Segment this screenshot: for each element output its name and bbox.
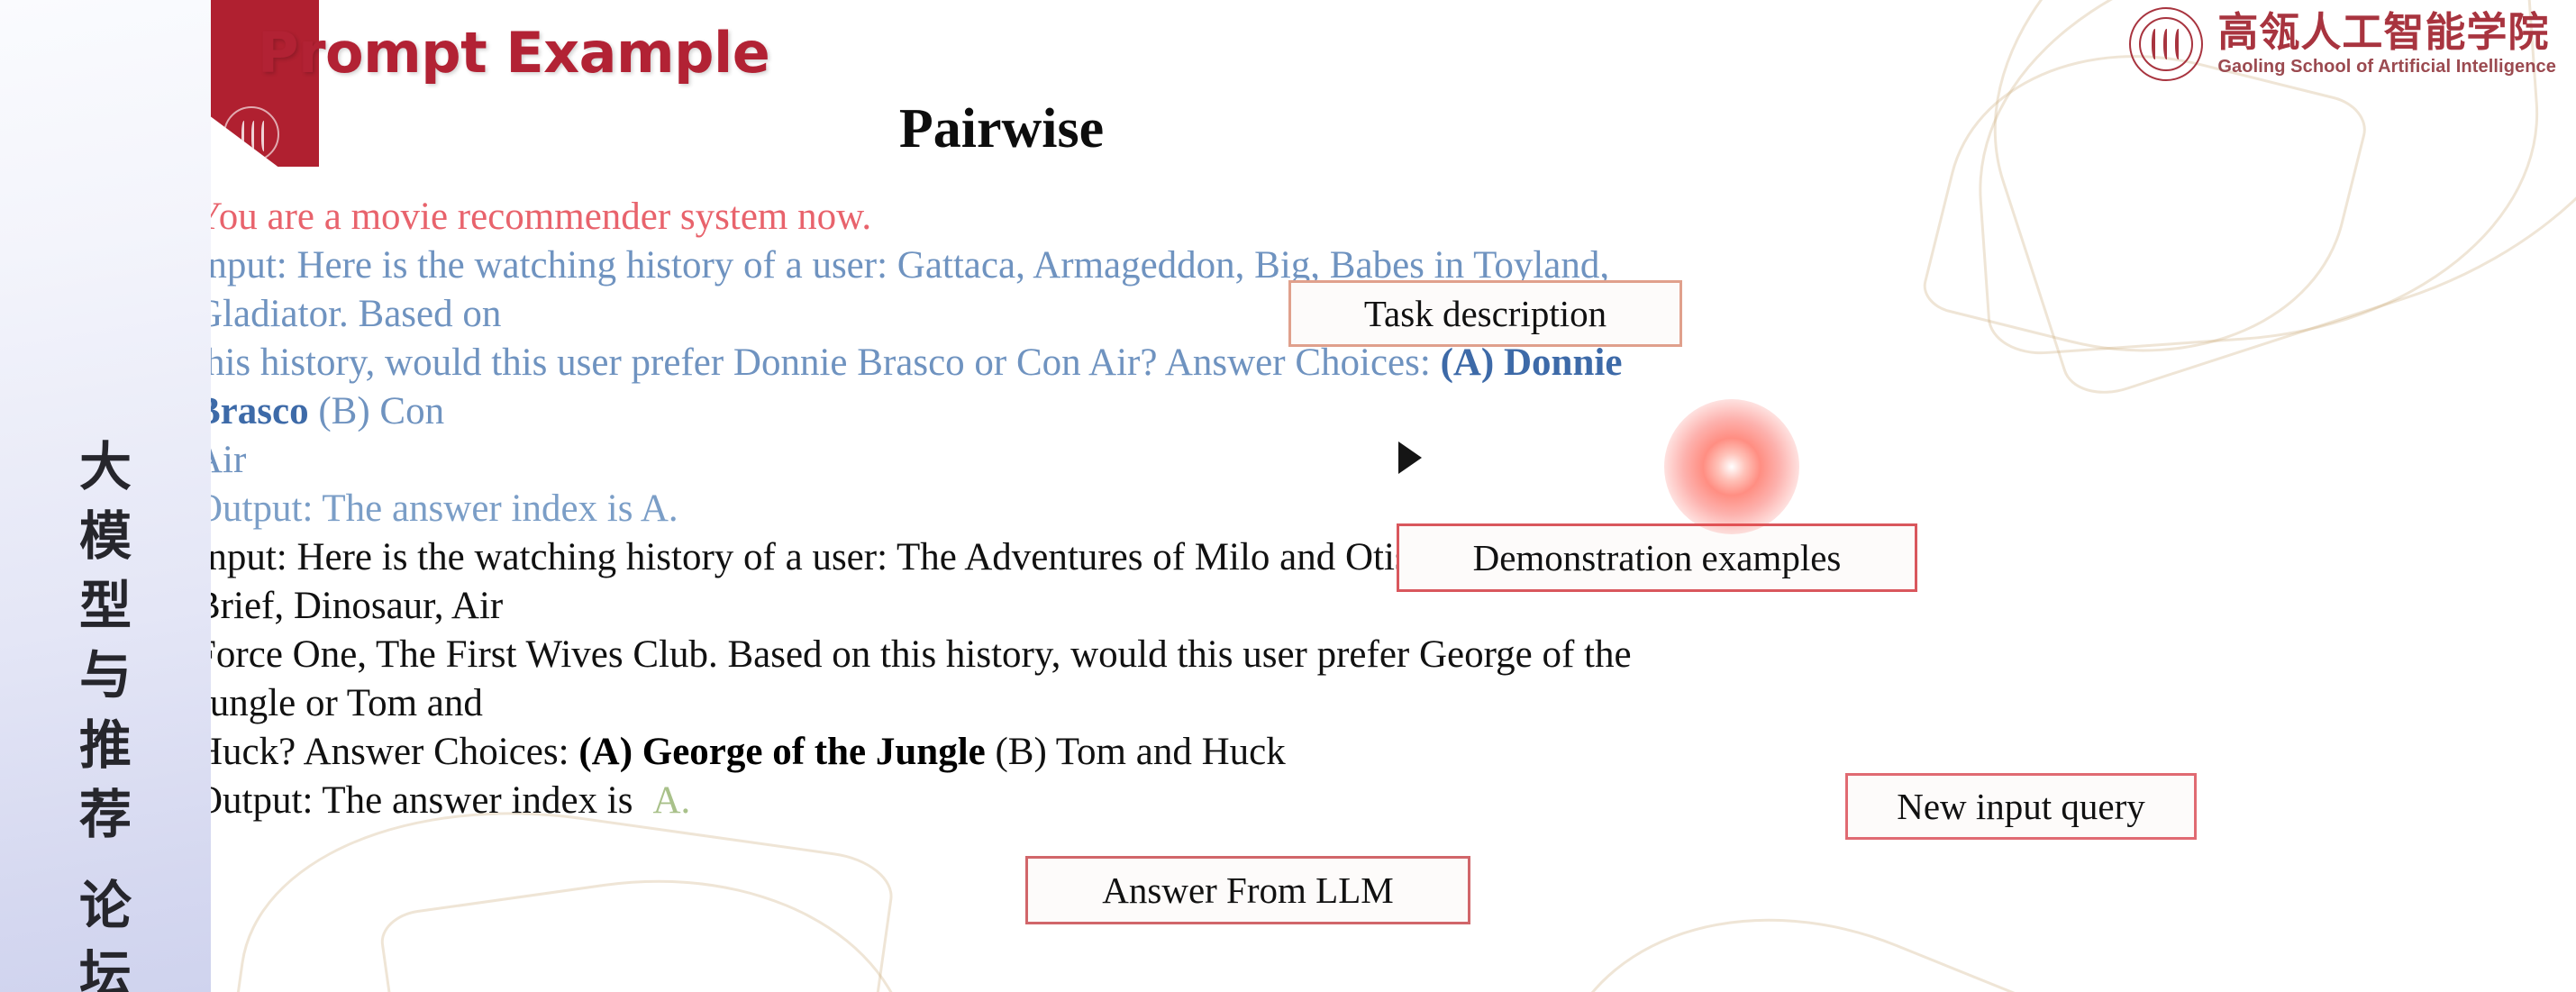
play-triangle-cursor-icon[interactable]	[1398, 441, 1422, 474]
banner-char: 与	[78, 644, 132, 706]
university-seal-icon	[2129, 7, 2204, 81]
query-line3-part-c: (B) Tom and Huck	[985, 731, 1286, 773]
section-heading: Pairwise	[898, 98, 1105, 159]
query-line3-part-a: Huck? Answer Choices:	[211, 731, 579, 773]
query-answer-a-bold: (A) George of the Jungle	[578, 731, 986, 773]
demo-line2-part-a: this history, would this user prefer Don…	[211, 341, 1441, 384]
demo-line2-part-c: (B) Con	[308, 390, 445, 432]
banner-char: 大	[78, 436, 132, 497]
page-title: Prompt Example	[258, 20, 770, 86]
banner-char: 坛	[78, 943, 132, 992]
slide-canvas: Prompt Example 高瓴人工智能学院 Gaoling School o…	[211, 0, 2576, 992]
banner-spacer	[0, 850, 211, 871]
lotus-outline-decoration-icon	[1513, 842, 2066, 992]
laser-pointer-glow-icon	[1664, 399, 1799, 534]
university-name-cn: 高瓴人工智能学院	[2217, 8, 2550, 57]
query-line-2: Force One, The First Wives Club. Based o…	[211, 633, 1632, 724]
llm-answer-value: A.	[652, 779, 691, 822]
banner-char: 论	[78, 874, 132, 936]
left-vertical-banner: 大 模 型 与 推 荐 论 坛	[0, 0, 211, 992]
banner-char: 推	[78, 714, 132, 776]
callout-new-input-query: New input query	[1845, 773, 2197, 840]
callout-task-description: Task description	[1288, 280, 1682, 347]
university-name-en: Gaoling School of Artificial Intelligenc…	[2217, 56, 2556, 77]
banner-char: 型	[78, 575, 132, 637]
university-logo: 高瓴人工智能学院 Gaoling School of Artificial In…	[2129, 7, 2556, 81]
task-description-line: You are a movie recommender system now.	[211, 196, 872, 238]
forum-vertical-title: 大 模 型 与 推 荐 论 坛	[0, 432, 211, 992]
final-output-line: Output: The answer index is A.	[211, 777, 1677, 825]
banner-char: 模	[78, 505, 132, 568]
callout-answer-from-llm: Answer From LLM	[1025, 856, 1470, 924]
lotus-outline-decoration-icon	[377, 844, 933, 992]
demonstration-line-3: Air	[211, 439, 247, 481]
callout-demonstration-examples: Demonstration examples	[1397, 523, 1917, 592]
demonstration-line-2: this history, would this user prefer Don…	[211, 339, 1677, 436]
final-output-prefix: Output: The answer index is	[211, 779, 633, 822]
banner-char: 荐	[78, 783, 132, 845]
query-line-3: Huck? Answer Choices: (A) George of the …	[211, 728, 1677, 777]
